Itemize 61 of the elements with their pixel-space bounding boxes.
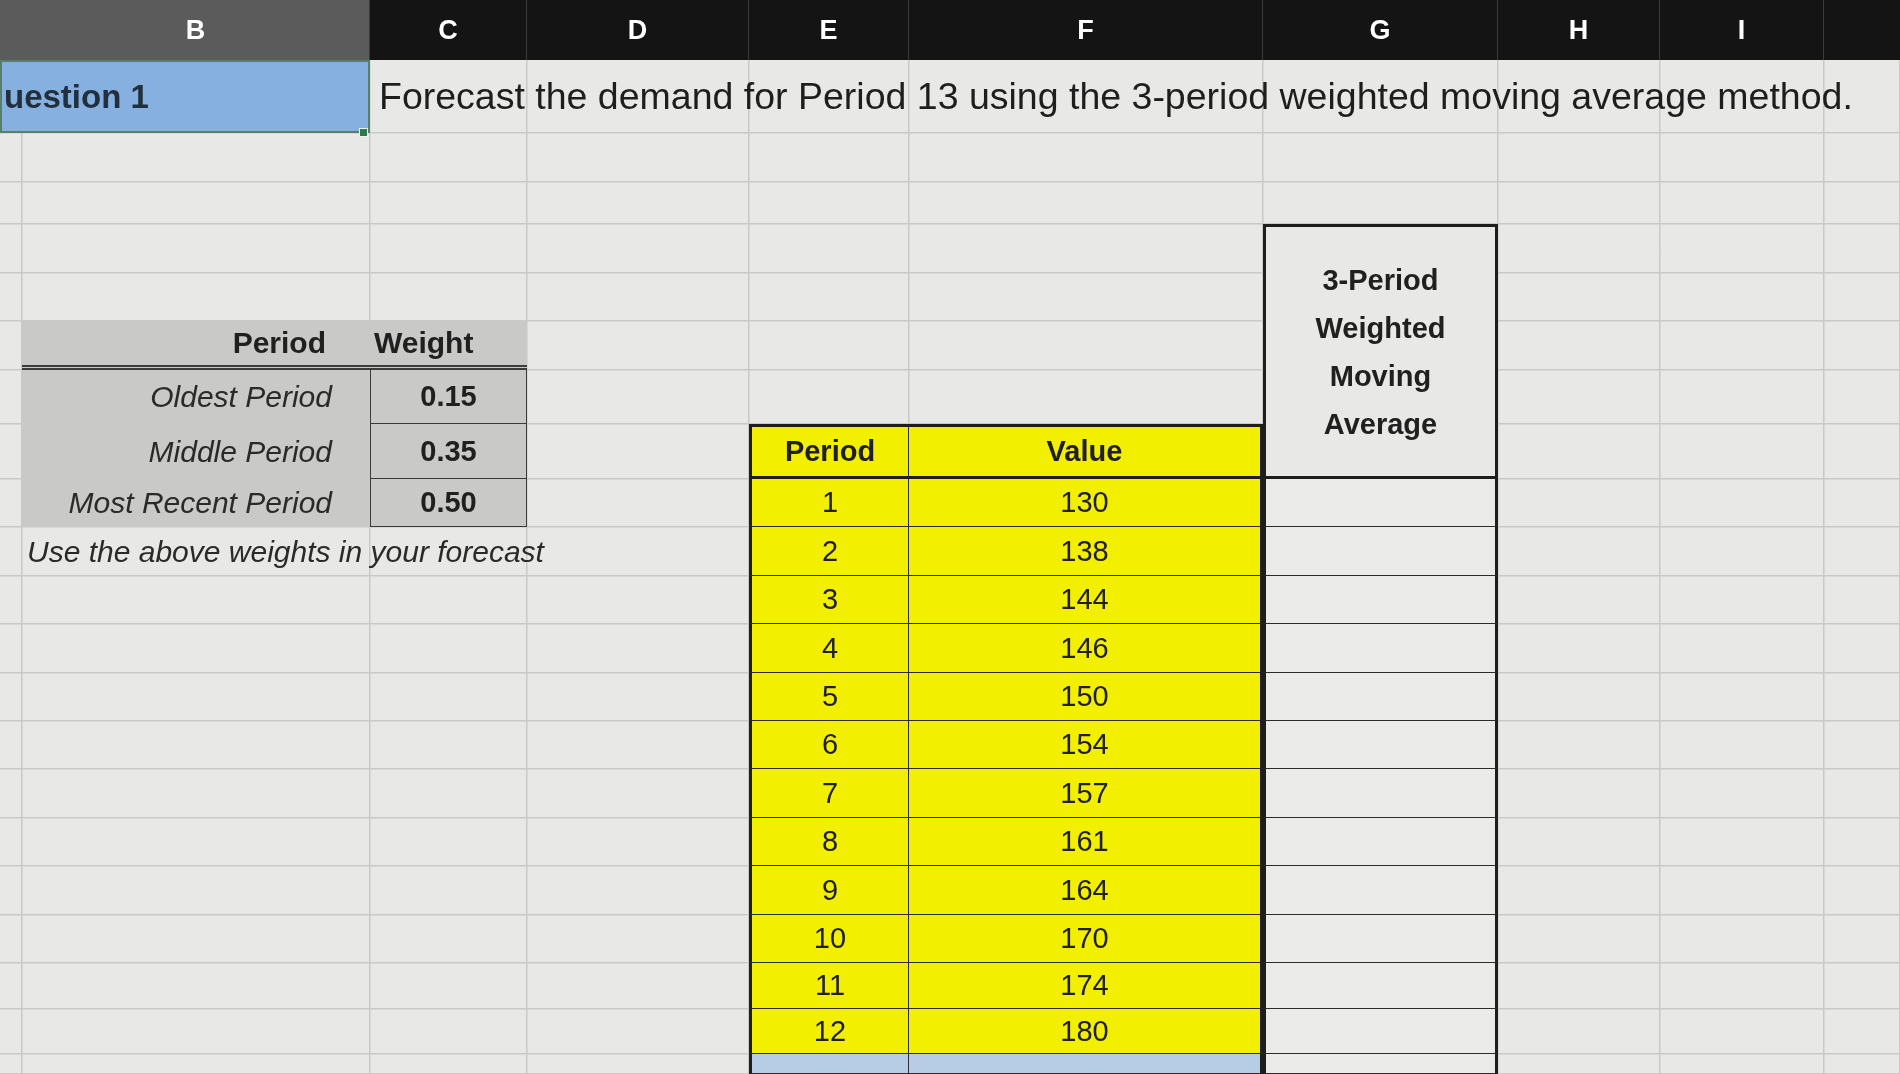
table-cell[interactable]: 1 <box>749 479 909 527</box>
table-cell[interactable]: 164 <box>909 866 1263 915</box>
table-cell: 0.35 <box>370 424 527 479</box>
row-label: Oldest Period <box>22 370 370 424</box>
table-cell[interactable] <box>1263 915 1498 963</box>
table-cell[interactable]: 154 <box>909 721 1263 769</box>
table-cell[interactable]: 180 <box>909 1009 1263 1054</box>
table-cell[interactable] <box>1263 769 1498 818</box>
column-header[interactable]: D <box>527 0 749 60</box>
table-header-cell: Period <box>749 424 909 479</box>
row-label: Most Recent Period <box>22 479 370 527</box>
table-cell[interactable]: 6 <box>749 721 909 769</box>
table-cell[interactable]: 2 <box>749 527 909 576</box>
table-cell[interactable]: 7 <box>749 769 909 818</box>
table-cell[interactable]: 3 <box>749 576 909 624</box>
table-cell[interactable] <box>1263 1054 1498 1074</box>
table-header-cell: Value <box>909 424 1263 479</box>
question-text: Forecast the demand for Period 13 using the 3-period weighted moving average method. <box>378 74 1854 119</box>
table-cell[interactable] <box>1263 624 1498 673</box>
table-cell[interactable]: 146 <box>909 624 1263 673</box>
table-cell: 0.15 <box>370 370 527 424</box>
table-cell[interactable]: 144 <box>909 576 1263 624</box>
table-cell[interactable]: 8 <box>749 818 909 866</box>
table-cell[interactable] <box>1263 963 1498 1009</box>
table-cell: 0.50 <box>370 479 527 527</box>
column-header[interactable]: H <box>1498 0 1660 60</box>
table-cell[interactable]: 170 <box>909 915 1263 963</box>
table-cell[interactable] <box>1263 673 1498 721</box>
table-cell[interactable]: 4 <box>749 624 909 673</box>
table-cell[interactable]: 150 <box>909 673 1263 721</box>
table-cell[interactable]: 11 <box>749 963 909 1009</box>
table-cell[interactable]: 138 <box>909 527 1263 576</box>
table-cell[interactable] <box>1263 1009 1498 1054</box>
row-label: Middle Period <box>22 424 370 479</box>
column-header[interactable]: I <box>1660 0 1824 60</box>
table-cell[interactable]: 174 <box>909 963 1263 1009</box>
fill-handle[interactable] <box>359 128 368 137</box>
table-cell[interactable]: 157 <box>909 769 1263 818</box>
table-cell[interactable]: 9 <box>749 866 909 915</box>
column-header[interactable]: C <box>370 0 527 60</box>
table-cell[interactable]: 130 <box>909 479 1263 527</box>
column-header[interactable]: G <box>1263 0 1498 60</box>
table-cell[interactable]: 10 <box>749 915 909 963</box>
table-cell[interactable] <box>909 1054 1263 1074</box>
table-cell[interactable]: 12 <box>749 1009 909 1054</box>
table-cell[interactable] <box>749 1054 909 1074</box>
column-header[interactable]: F <box>909 0 1263 60</box>
table-header-cell: 3-Period Weighted Moving Average <box>1263 224 1498 479</box>
table-cell[interactable]: 161 <box>909 818 1263 866</box>
table-cell[interactable] <box>1263 818 1498 866</box>
table-cell[interactable] <box>1263 527 1498 576</box>
table-cell[interactable] <box>1263 479 1498 527</box>
table-cell[interactable] <box>1263 721 1498 769</box>
note-text: Use the above weights in your forecast <box>26 533 546 570</box>
column-header[interactable]: B <box>22 0 370 60</box>
table-cell[interactable] <box>1263 576 1498 624</box>
table-cell[interactable]: 5 <box>749 673 909 721</box>
column-header[interactable]: E <box>749 0 909 60</box>
table-cell[interactable] <box>1263 866 1498 915</box>
table-header-cell: Weight <box>370 321 527 370</box>
table-header-cell: Period <box>22 321 370 370</box>
